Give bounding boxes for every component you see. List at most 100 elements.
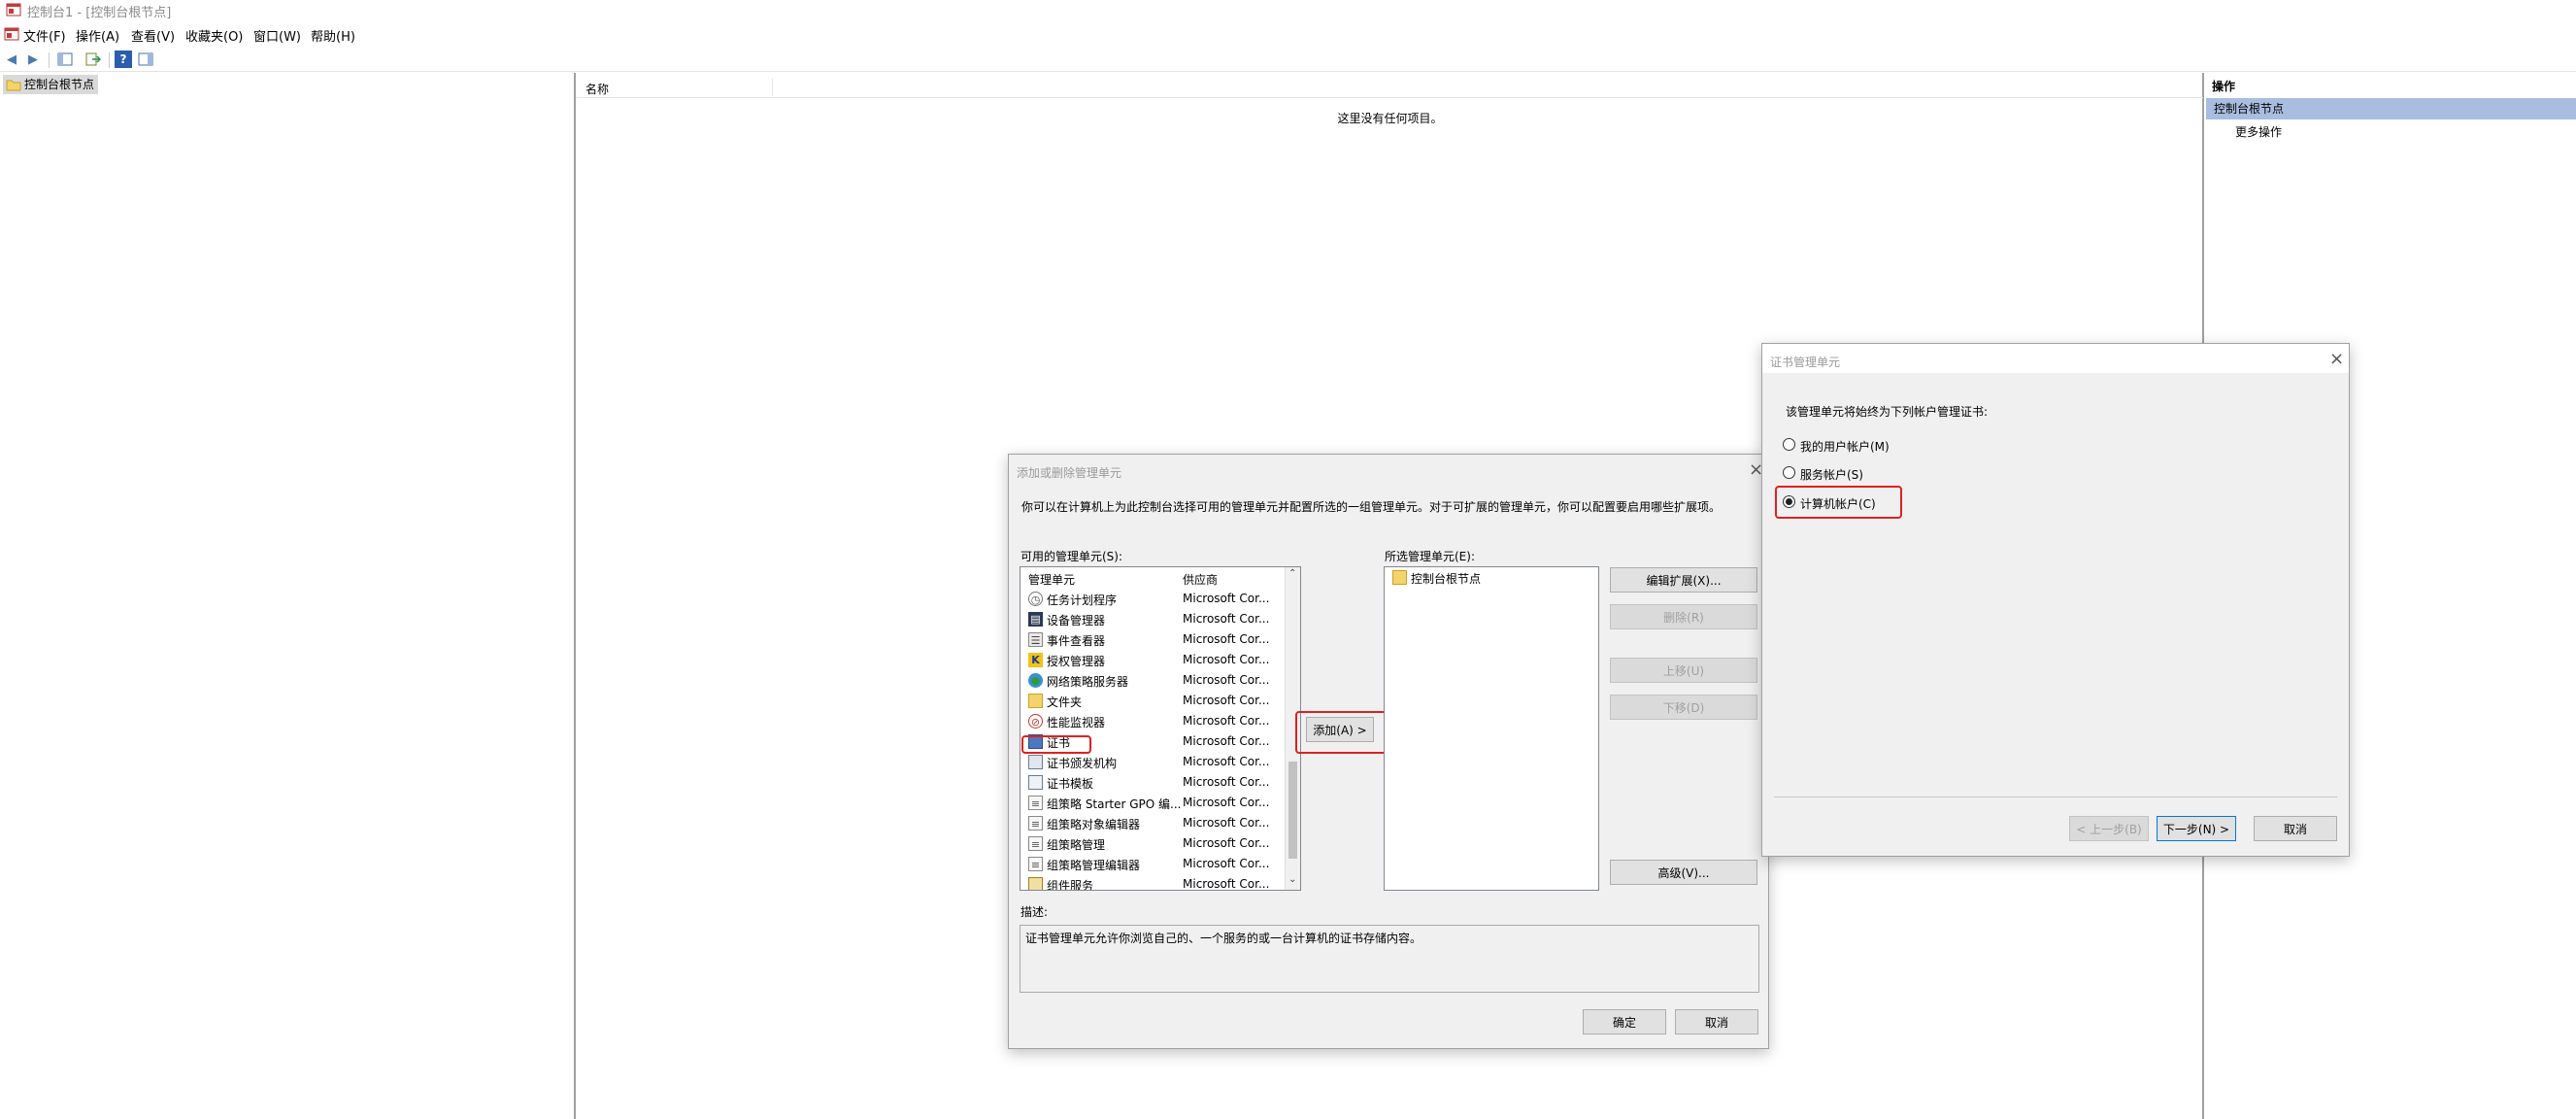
authorization-manager-icon: K (1028, 653, 1043, 667)
dialog-intro-text: 你可以在计算机上为此控制台选择可用的管理单元并配置所选的一组管理单元。对于可扩展… (1021, 500, 1722, 514)
menu-bar: 文件(F) 操作(A) 查看(V) 收藏夹(O) 窗口(W) 帮助(H) (0, 21, 2576, 47)
ok-button[interactable]: 确定 (1583, 1009, 1666, 1034)
scroll-up-icon[interactable]: ⌃ (1288, 568, 1296, 579)
title-bar: 控制台1 - [控制台根节点] (0, 0, 2576, 20)
tree-item-console-root[interactable]: 控制台根节点 (3, 75, 99, 94)
network-policy-server-icon: ● (1028, 673, 1043, 688)
column-name-header[interactable]: 名称 (585, 81, 609, 97)
menu-favorites[interactable]: 收藏夹(O) (185, 26, 243, 45)
list-item[interactable]: ≡ 组策略对象编辑器 Microsoft Cor... (1020, 813, 1300, 833)
tree-pane: 控制台根节点 (0, 73, 575, 1119)
scrollbar-thumb[interactable] (1288, 762, 1297, 859)
list-item[interactable]: ▤ 设备管理器 Microsoft Cor... (1020, 609, 1300, 629)
radio-label: 服务帐户(S) (1800, 468, 1863, 482)
event-viewer-icon: ☰ (1028, 632, 1043, 647)
more-actions-link[interactable]: 更多操作 (2235, 123, 2282, 140)
list-item[interactable]: ≡ 组策略 Starter GPO 编... Microsoft Cor... (1020, 793, 1300, 813)
column-vendor-header[interactable]: 供应商 (1183, 571, 1218, 588)
list-item[interactable]: ◷ 任务计划程序 Microsoft Cor... (1020, 589, 1300, 609)
list-item[interactable]: 证书颁发机构 Microsoft Cor... (1020, 752, 1300, 772)
move-down-button[interactable]: 下移(D) (1610, 695, 1757, 720)
menu-window[interactable]: 窗口(W) (253, 26, 301, 45)
window-title: 控制台1 - [控制台根节点] (27, 6, 172, 20)
radio-label: 我的用户帐户(M) (1800, 440, 1890, 454)
toolbar-separator (109, 52, 110, 68)
radio-button[interactable] (1783, 438, 1795, 451)
help-icon[interactable]: ? (115, 51, 132, 68)
description-label: 描述: (1020, 905, 1049, 919)
empty-list-message: 这里没有任何项目。 (1337, 112, 1443, 125)
scroll-down-icon[interactable]: ⌄ (1288, 874, 1296, 885)
forward-arrow-icon[interactable]: ▶ (24, 51, 42, 68)
folder-icon (1392, 570, 1407, 585)
console-menu-icon[interactable] (4, 26, 19, 42)
group-policy-icon: ≡ (1028, 836, 1043, 851)
folder-icon (1028, 694, 1043, 708)
group-policy-icon: ≡ (1028, 796, 1043, 810)
move-up-button[interactable]: 上移(U) (1610, 658, 1757, 683)
actions-header: 操作 (2212, 80, 2236, 93)
highlight-annotation (1021, 735, 1091, 754)
cancel-button[interactable]: 取消 (1675, 1009, 1758, 1034)
add-remove-snapins-dialog: 添加或删除管理单元 × 你可以在计算机上为此控制台选择可用的管理单元并配置所选的… (1008, 454, 1769, 1049)
tree-item-label: 控制台根节点 (24, 78, 95, 91)
folder-icon (6, 80, 21, 91)
available-snapins-label: 可用的管理单元(S): (1020, 550, 1123, 563)
list-item[interactable]: 文件夹 Microsoft Cor... (1020, 691, 1300, 711)
certificate-authority-icon (1028, 755, 1043, 769)
show-hide-tree-icon[interactable] (56, 51, 74, 68)
available-snapins-list[interactable]: 管理单元 供应商 ◷ 任务计划程序 Microsoft Cor... ▤ 设备管理器 M… (1020, 566, 1301, 891)
next-button[interactable]: 下一步(N) > (2157, 816, 2236, 841)
back-button[interactable]: < 上一步(B) (2069, 816, 2149, 841)
list-item[interactable]: ≡ 组策略管理编辑器 Microsoft Cor... (1020, 854, 1300, 874)
list-item[interactable]: 证书模板 Microsoft Cor... (1020, 772, 1300, 793)
description-text: 证书管理单元允许你浏览自己的、一个服务的或一台计算机的证书存储内容。 (1025, 932, 1422, 945)
column-header: 名称 (576, 77, 2204, 98)
group-policy-icon: ≡ (1028, 816, 1043, 831)
radio-button[interactable] (1783, 466, 1795, 479)
selected-snapins-list[interactable]: 控制台根节点 (1384, 566, 1599, 891)
show-hide-action-pane-icon[interactable] (137, 51, 154, 68)
export-list-icon[interactable] (84, 51, 102, 68)
radio-service-account[interactable]: 服务帐户(S) (1783, 464, 1977, 484)
dialog-title: 证书管理单元 (1770, 356, 1841, 369)
back-arrow-icon[interactable]: ◀ (3, 51, 20, 68)
actions-section-console-root[interactable]: 控制台根节点 (2206, 98, 2576, 119)
mmc-app-icon (6, 3, 21, 17)
list-item[interactable]: ⊘ 性能监视器 Microsoft Cor... (1020, 711, 1300, 731)
list-item[interactable]: 控制台根节点 (1385, 567, 1598, 588)
highlight-annotation (1775, 486, 1902, 519)
advanced-button[interactable]: 高级(V)... (1610, 860, 1757, 885)
account-prompt: 该管理单元将始终为下列帐户管理证书: (1786, 405, 1989, 419)
list-item[interactable]: ● 网络策略服务器 Microsoft Cor... (1020, 670, 1300, 691)
selected-snapins-label: 所选管理单元(E): (1385, 550, 1475, 563)
edit-extensions-button[interactable]: 编辑扩展(X)... (1610, 567, 1757, 593)
column-snapin-header[interactable]: 管理单元 (1028, 571, 1075, 588)
component-services-icon (1028, 877, 1043, 890)
group-policy-icon: ≡ (1028, 857, 1043, 871)
toolbar: ◀ ▶ ? (0, 47, 2576, 72)
menu-view[interactable]: 查看(V) (131, 26, 175, 45)
list-item[interactable]: ☰ 事件查看器 Microsoft Cor... (1020, 629, 1300, 650)
list-column-header: 管理单元 供应商 (1020, 567, 1285, 589)
radio-my-user-account[interactable]: 我的用户帐户(M) (1783, 436, 1977, 456)
description-box: 证书管理单元允许你浏览自己的、一个服务的或一台计算机的证书存储内容。 (1020, 925, 1759, 993)
dialog-title-bar: 证书管理单元 × (1762, 344, 2349, 373)
column-separator[interactable] (772, 79, 773, 96)
close-icon[interactable]: × (2329, 349, 2344, 369)
list-item[interactable]: 组件服务 Microsoft Cor... (1020, 874, 1300, 890)
cancel-button[interactable]: 取消 (2254, 816, 2337, 841)
menu-file[interactable]: 文件(F) (23, 26, 66, 45)
remove-button[interactable]: 删除(R) (1610, 604, 1757, 629)
toolbar-separator (49, 52, 50, 68)
dialog-title: 添加或删除管理单元 (1017, 466, 1122, 480)
device-manager-icon: ▤ (1028, 612, 1043, 627)
list-item[interactable]: ≡ 组策略管理 Microsoft Cor... (1020, 833, 1300, 854)
menu-help[interactable]: 帮助(H) (311, 26, 355, 45)
task-scheduler-icon: ◷ (1028, 592, 1043, 606)
certificate-templates-icon (1028, 775, 1043, 790)
certificates-snapin-dialog: 证书管理单元 × 该管理单元将始终为下列帐户管理证书: 我的用户帐户(M) 服务… (1761, 343, 2350, 857)
menu-action[interactable]: 操作(A) (76, 26, 119, 45)
list-item[interactable]: K 授权管理器 Microsoft Cor... (1020, 650, 1300, 670)
performance-monitor-icon: ⊘ (1028, 714, 1043, 729)
